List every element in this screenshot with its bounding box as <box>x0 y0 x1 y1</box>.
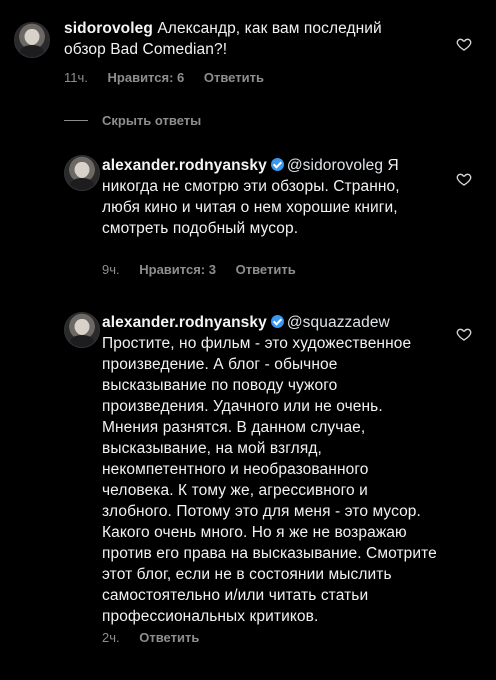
verified-badge-icon <box>270 315 284 328</box>
avatar-face <box>25 29 39 45</box>
reply-button[interactable]: Ответить <box>139 630 199 645</box>
comment-meta: 2ч. Ответить <box>102 630 215 645</box>
comment-meta: 9ч. Нравится: 3 Ответить <box>102 262 312 277</box>
mention-link[interactable]: @squazzadew <box>287 314 390 331</box>
likes-count[interactable]: Нравится: 3 <box>139 262 216 277</box>
avatar[interactable] <box>64 312 100 348</box>
comment-time: 2ч. <box>102 630 120 645</box>
divider-line <box>64 120 88 121</box>
comment-text: alexander.rodnyansky @sidorovoleg Я никог… <box>102 155 440 239</box>
comment-time: 9ч. <box>102 262 120 277</box>
comment-username[interactable]: alexander.rodnyansky <box>102 157 267 174</box>
comment-meta: 11ч. Нравится: 6 Ответить <box>64 70 280 85</box>
avatar-body <box>20 45 44 57</box>
heart-outline-icon[interactable] <box>456 326 472 342</box>
heart-outline-icon[interactable] <box>456 171 472 187</box>
heart-outline-icon[interactable] <box>456 36 472 52</box>
hide-replies-button[interactable]: Скрыть ответы <box>64 113 201 128</box>
hide-replies-label: Скрыть ответы <box>102 113 202 128</box>
comment-text: sidorovoleg Александр, как вам последний… <box>64 18 424 60</box>
avatar[interactable] <box>14 22 50 58</box>
comment-username[interactable]: alexander.rodnyansky <box>102 314 267 331</box>
reply-button[interactable]: Ответить <box>236 262 296 277</box>
comment-body: Простите, но фильм - это художественное … <box>102 335 437 625</box>
reply-button[interactable]: Ответить <box>204 70 264 85</box>
mention-link[interactable]: @sidorovoleg <box>287 157 383 174</box>
avatar-face <box>75 319 89 335</box>
likes-count[interactable]: Нравится: 6 <box>108 70 185 85</box>
avatar[interactable] <box>64 155 100 191</box>
comment-text: alexander.rodnyansky @squazzadew Простите… <box>102 312 440 627</box>
verified-badge-icon <box>270 158 284 171</box>
avatar-body <box>70 335 94 347</box>
comment-username[interactable]: sidorovoleg <box>64 20 153 37</box>
avatar-face <box>75 162 89 178</box>
comment-time: 11ч. <box>64 70 88 85</box>
avatar-body <box>70 178 94 190</box>
